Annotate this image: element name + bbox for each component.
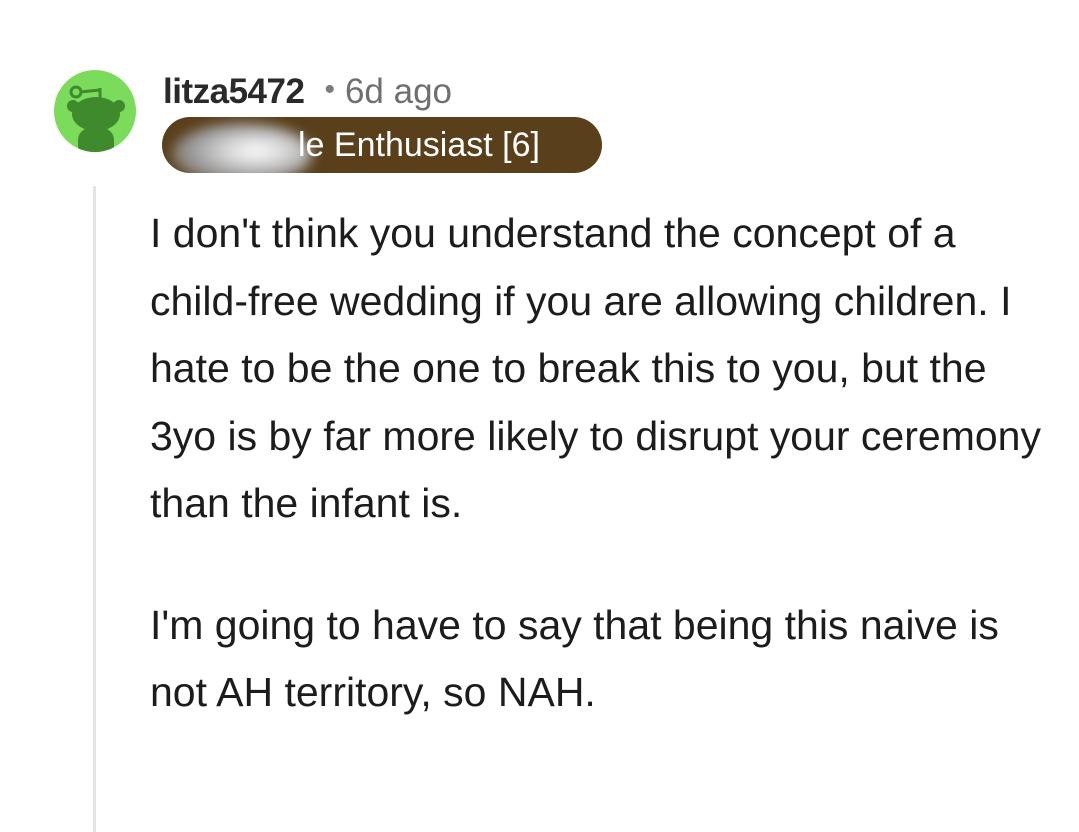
username[interactable]: litza5472: [163, 72, 305, 112]
user-flair: le Enthusiast [6]: [162, 117, 602, 173]
separator-dot: •: [324, 73, 335, 106]
comment-paragraph-2: I'm going to have to say that being this…: [150, 601, 999, 716]
reddit-snoo-avatar-icon: [67, 85, 125, 152]
timestamp: 6d ago: [344, 72, 453, 111]
thread-line[interactable]: [93, 186, 96, 832]
avatar[interactable]: [54, 70, 136, 152]
flair-text: le Enthusiast [6]: [298, 126, 540, 164]
comment-header: litza5472 • 6d ago: [163, 70, 452, 114]
comment-body: I don't think you understand the concept…: [150, 200, 1050, 727]
flair-blurred-emoji-icon: [172, 123, 312, 173]
comment-paragraph-1: I don't think you understand the concept…: [150, 210, 1041, 526]
